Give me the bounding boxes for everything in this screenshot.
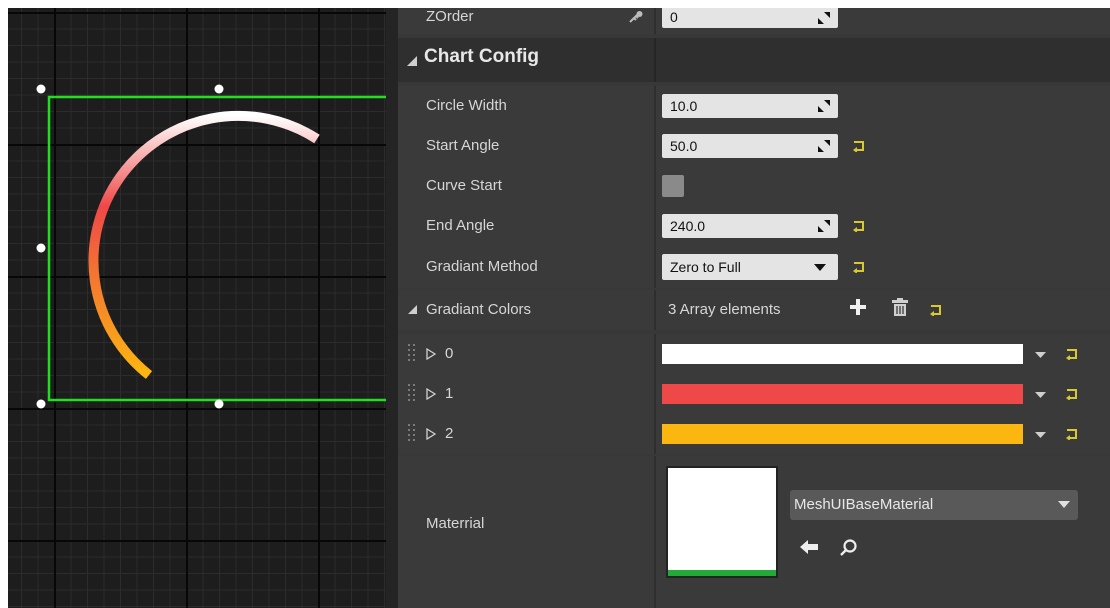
reset-arrow-icon[interactable] [853,140,865,152]
handle-bottom-center[interactable] [214,399,224,409]
drag-handle-icon[interactable] [408,344,416,364]
search-icon[interactable] [840,538,858,556]
material-asset-dropdown[interactable]: MeshUIBaseMaterial [790,490,1078,520]
array-index: 2 [445,425,454,442]
color-array-row: 2 [398,414,1110,454]
property-row-start-angle: Start Angle 50.0 [398,126,1110,166]
circle-width-label: Circle Width [426,97,507,114]
material-thumbnail[interactable] [668,468,776,576]
zorder-value: 0 [670,9,678,25]
gradiant-method-value: Zero to Full [670,259,741,275]
gradiant-method-label: Gradiant Method [426,258,538,275]
browse-arrow-icon[interactable] [800,540,818,554]
start-angle-value: 50.0 [670,138,698,154]
property-row-gradiant-colors[interactable]: Gradiant Colors 3 Array elements [398,290,1110,330]
expand-triangle-icon[interactable] [426,348,436,360]
plus-icon[interactable] [850,299,866,315]
trash-icon[interactable] [892,298,908,316]
gradiant-method-dropdown[interactable]: Zero to Full [662,254,838,280]
collapse-triangle-icon[interactable] [407,56,417,66]
drag-handle-icon[interactable] [408,384,416,404]
radial-chart-arc [88,110,320,379]
dropdown-arrow-icon [814,264,826,271]
zorder-field[interactable]: 0 [662,8,838,28]
color-swatch[interactable] [662,384,1023,404]
designer-viewport[interactable] [8,8,386,608]
drag-handle-icon[interactable] [408,424,416,444]
details-panel: ZOrder 0 Chart Config Circle Width 10.0 … [398,8,1110,608]
end-angle-value: 240.0 [670,218,706,234]
reset-arrow-icon[interactable] [853,220,865,232]
property-row-gradiant-method: Gradiant Method Zero to Full [398,246,1110,288]
array-index: 0 [445,345,454,362]
reset-arrow-icon[interactable] [930,304,942,316]
curve-start-label: Curve Start [426,177,502,194]
key-icon [629,11,643,23]
property-row-end-angle: End Angle 240.0 [398,206,1110,246]
array-count-text: 3 Array elements [668,301,781,318]
widget-selection-outline[interactable] [47,95,386,402]
dropdown-arrow-icon[interactable] [1035,352,1046,358]
start-angle-label: Start Angle [426,137,500,154]
array-index: 1 [445,385,454,402]
expand-triangle-icon[interactable] [426,428,436,440]
handle-top-left[interactable] [36,84,46,94]
end-angle-label: End Angle [426,217,495,234]
start-angle-field[interactable]: 50.0 [662,134,838,158]
viewport-canvas [36,84,386,409]
reset-arrow-icon[interactable] [853,261,865,273]
property-row-curve-start: Curve Start [398,166,1110,206]
spin-arrows-icon[interactable] [818,140,830,152]
section-header-chart-config[interactable]: Chart Config [398,38,1110,82]
circle-width-value: 10.0 [670,98,698,114]
collapse-triangle-icon[interactable] [408,305,417,314]
dropdown-arrow-icon[interactable] [1035,392,1046,398]
gradiant-colors-label: Gradiant Colors [426,301,532,318]
color-array-row: 1 [398,374,1110,414]
end-angle-field[interactable]: 240.0 [662,214,838,238]
color-swatch[interactable] [662,344,1023,364]
section-title: Chart Config [424,46,540,67]
dropdown-arrow-icon[interactable] [1035,432,1046,438]
property-row-material: Materrial MeshUIBaseMaterial [398,456,1110,608]
reset-arrow-icon[interactable] [1066,428,1078,440]
color-array-row: 0 [398,334,1110,374]
property-row-circle-width: Circle Width 10.0 [398,86,1110,126]
curve-start-checkbox[interactable] [662,175,684,197]
panel-splitter[interactable] [386,8,398,608]
spin-arrows-icon[interactable] [818,220,830,232]
zorder-label: ZOrder [426,8,474,25]
property-row-zorder: ZOrder 0 [398,8,1110,34]
spin-arrows-icon[interactable] [818,100,830,112]
handle-bottom-left[interactable] [36,399,46,409]
handle-top-center[interactable] [214,84,224,94]
reset-arrow-icon[interactable] [1066,388,1078,400]
expand-triangle-icon[interactable] [426,388,436,400]
spin-arrows-icon[interactable] [818,12,830,24]
handle-middle-left[interactable] [36,243,46,253]
dropdown-arrow-icon [1058,501,1070,508]
circle-width-field[interactable]: 10.0 [662,94,838,118]
reset-arrow-icon[interactable] [1066,348,1078,360]
material-value: MeshUIBaseMaterial [794,496,934,513]
material-label: Materrial [426,515,485,532]
color-swatch[interactable] [662,424,1023,444]
